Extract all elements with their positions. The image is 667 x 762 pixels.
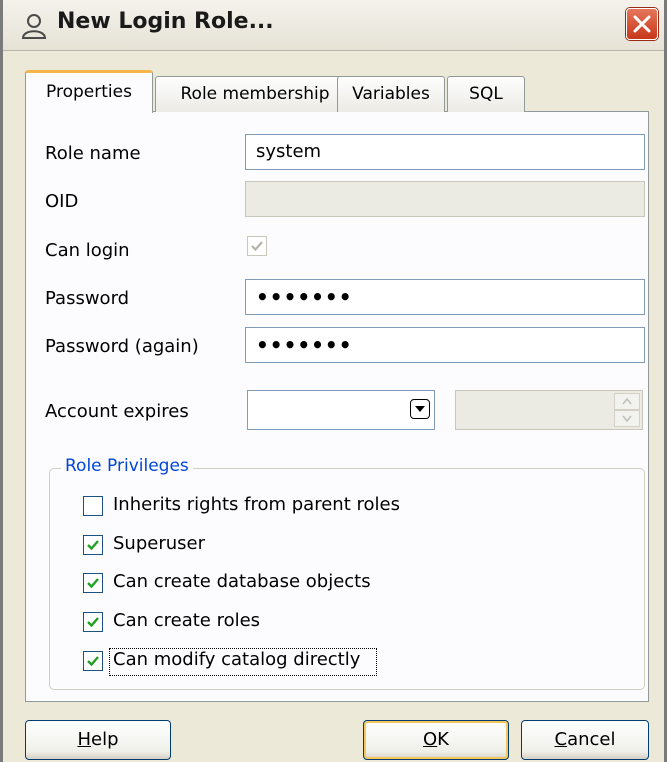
password-again-input[interactable]: ••••••• xyxy=(245,327,645,363)
oid-input xyxy=(245,181,645,217)
modify-catalog-checkbox[interactable] xyxy=(83,651,103,671)
close-icon xyxy=(633,15,651,33)
help-button[interactable]: Help xyxy=(25,720,171,760)
create-roles-checkbox[interactable] xyxy=(83,612,103,632)
inherits-label[interactable]: Inherits rights from parent roles xyxy=(113,494,400,515)
tab-sql[interactable]: SQL xyxy=(447,76,525,112)
account-expires-time-spinner xyxy=(455,390,643,430)
cancel-label: ancel xyxy=(567,729,616,750)
chevron-down-icon xyxy=(622,415,632,423)
close-button[interactable] xyxy=(626,8,658,40)
superuser-label[interactable]: Superuser xyxy=(113,533,205,554)
help-mnemonic: H xyxy=(77,729,92,750)
window-title: New Login Role... xyxy=(57,9,274,34)
role-privileges-title: Role Privileges xyxy=(61,456,193,476)
help-label: elp xyxy=(91,729,119,750)
spin-up-button xyxy=(614,393,640,410)
password-again-label: Password (again) xyxy=(45,336,199,357)
focus-ring xyxy=(109,648,377,676)
create-db-checkbox[interactable] xyxy=(83,573,103,593)
can-login-label: Can login xyxy=(45,240,130,261)
role-name-label: Role name xyxy=(45,143,141,164)
spin-down-button xyxy=(614,410,640,427)
superuser-checkbox[interactable] xyxy=(83,535,103,555)
check-icon xyxy=(251,241,263,252)
create-db-label[interactable]: Can create database objects xyxy=(113,571,371,592)
account-expires-date-combo[interactable] xyxy=(247,390,435,430)
tab-variables[interactable]: Variables xyxy=(337,76,445,112)
user-icon xyxy=(21,14,47,39)
dropdown-button[interactable] xyxy=(410,399,430,419)
password-input[interactable]: ••••••• xyxy=(245,279,645,315)
check-icon xyxy=(87,540,99,551)
cancel-button[interactable]: Cancel xyxy=(521,720,649,760)
cancel-mnemonic: C xyxy=(554,729,568,750)
can-login-checkbox xyxy=(247,236,267,256)
check-icon xyxy=(87,578,99,589)
dialog-window: New Login Role... Properties Role member… xyxy=(0,0,667,762)
oid-label: OID xyxy=(45,191,79,212)
tab-role-membership[interactable]: Role membership xyxy=(155,76,355,112)
create-roles-label[interactable]: Can create roles xyxy=(113,610,260,631)
role-name-input[interactable]: system xyxy=(245,134,645,170)
chevron-down-icon xyxy=(415,406,425,412)
ok-label: K xyxy=(437,729,449,750)
inherits-checkbox[interactable] xyxy=(83,496,103,516)
check-icon xyxy=(87,617,99,628)
check-icon xyxy=(87,656,99,667)
chevron-up-icon xyxy=(622,397,632,405)
ok-button[interactable]: OK xyxy=(363,720,509,760)
password-label: Password xyxy=(45,288,130,309)
tab-properties[interactable]: Properties xyxy=(25,70,153,113)
ok-mnemonic: O xyxy=(423,729,438,750)
account-expires-label: Account expires xyxy=(45,401,189,422)
title-bar[interactable]: New Login Role... xyxy=(3,0,664,51)
